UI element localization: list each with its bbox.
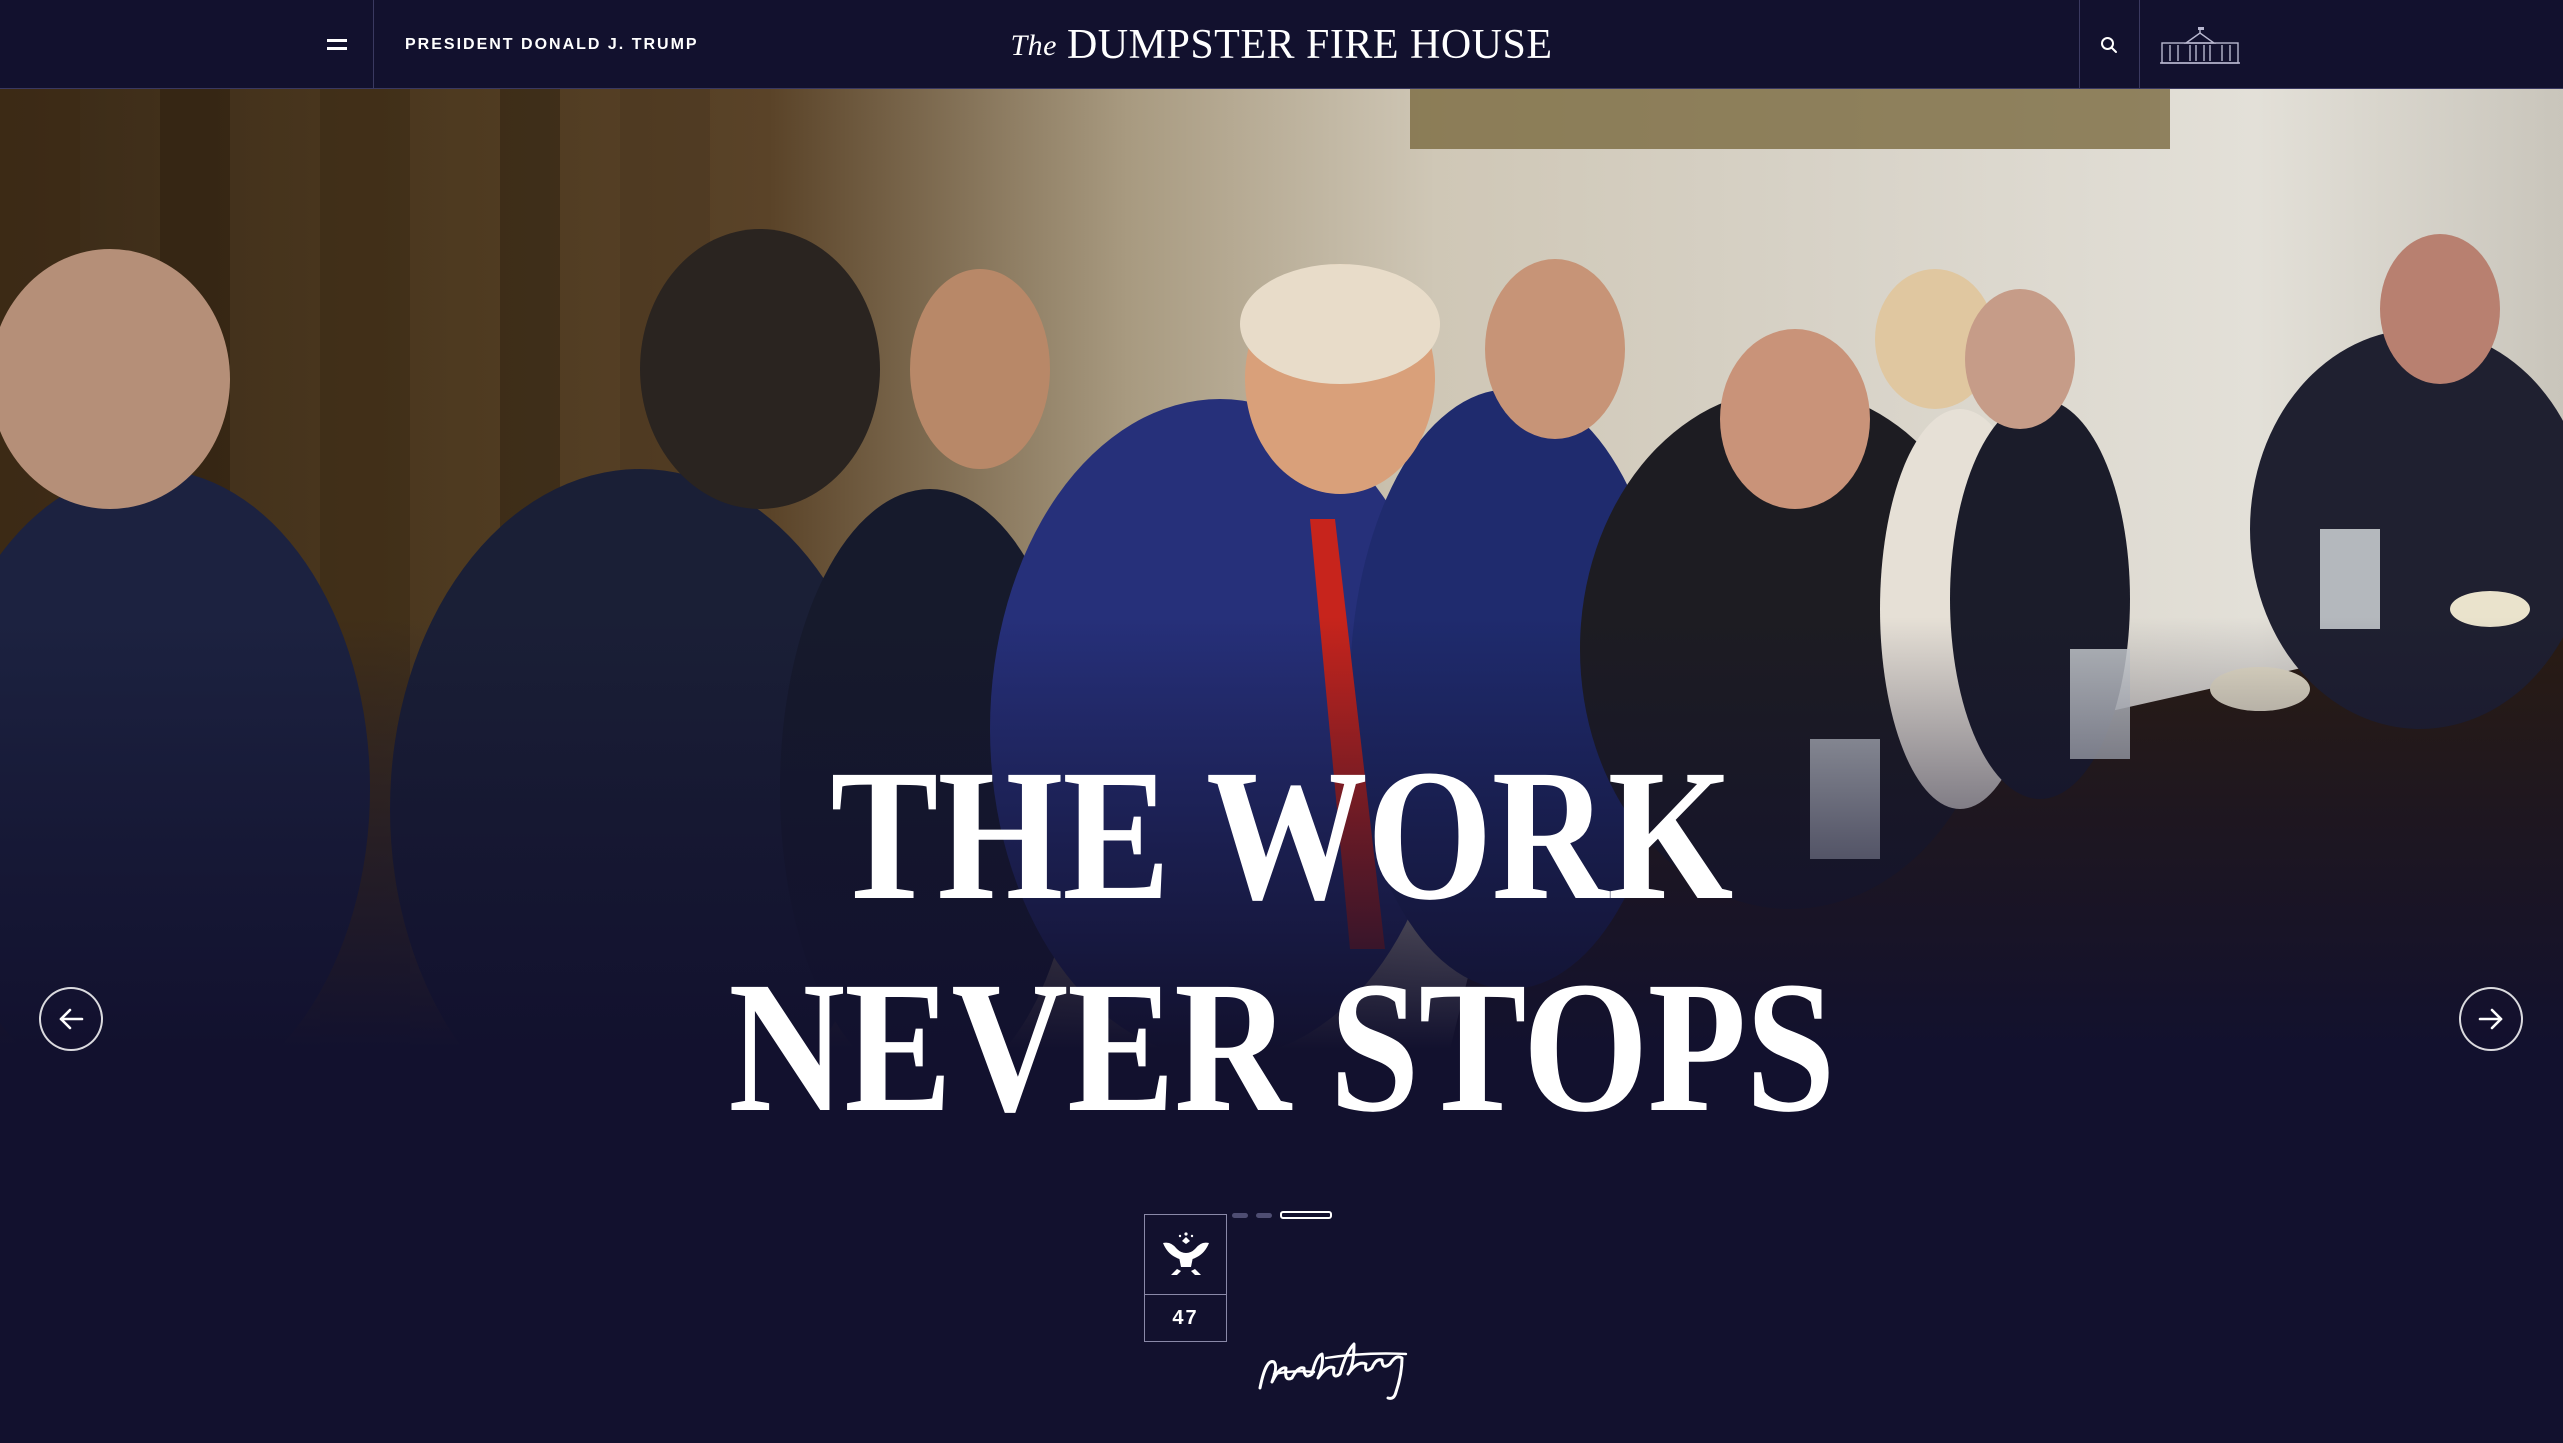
site-title-link[interactable]: The DUMPSTER FIRE HOUSE (1010, 21, 1552, 69)
presidency-number: 47 (1172, 1306, 1199, 1329)
site-title-prefix: The (1010, 28, 1057, 62)
site-title-main: DUMPSTER FIRE HOUSE (1066, 21, 1553, 68)
white-house-logo[interactable] (2139, 0, 2261, 89)
hero-headline: THE WORK NEVER STOPS (179, 729, 2383, 1153)
menu-button[interactable] (300, 0, 373, 89)
presidential-seal-badge: 47 (1144, 1214, 1227, 1342)
next-slide-button[interactable] (2459, 987, 2523, 1051)
hero-headline-line1: THE WORK (830, 730, 1733, 939)
previous-slide-button[interactable] (39, 987, 103, 1051)
hamburger-icon (326, 38, 347, 51)
hero-carousel: THE WORK NEVER STOPS (0, 89, 2563, 1443)
president-link[interactable]: PRESIDENT DONALD J. TRUMP (405, 0, 699, 89)
arrow-left-icon (59, 1008, 84, 1030)
arrow-right-icon (2478, 1008, 2503, 1030)
carousel-dot-1[interactable] (1231, 1212, 1248, 1218)
presidential-eagle-icon (1162, 1231, 1209, 1275)
site-header: PRESIDENT DONALD J. TRUMP The DUMPSTER F… (0, 0, 2563, 89)
header-divider (373, 0, 374, 89)
carousel-dot-3-active[interactable] (1279, 1211, 1332, 1219)
seal-cell (1145, 1215, 1226, 1295)
search-button[interactable] (2079, 0, 2139, 89)
search-icon (2101, 36, 2117, 53)
carousel-dot-2[interactable] (1255, 1212, 1272, 1218)
signature-image (1258, 1342, 1408, 1400)
white-house-icon (2160, 26, 2240, 64)
hero-headline-line2: NEVER STOPS (728, 942, 1835, 1151)
carousel-indicators (0, 1211, 2563, 1219)
